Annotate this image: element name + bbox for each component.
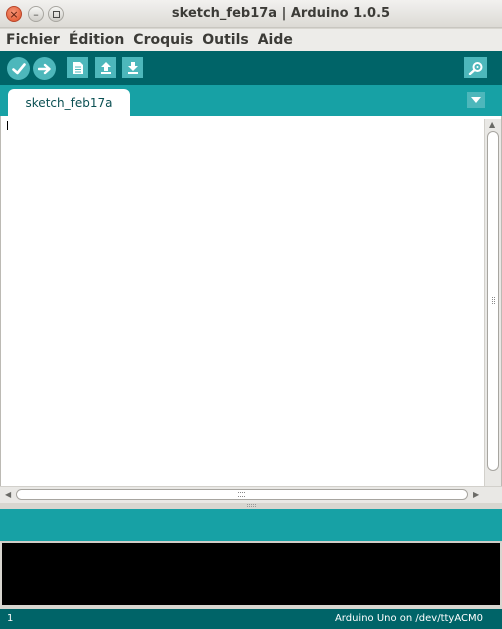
status-bar: 1 Arduino Uno on /dev/ttyACM0 — [0, 609, 502, 629]
serial-monitor-button[interactable] — [464, 57, 487, 78]
window-title: sketch_feb17a | Arduino 1.0.5 — [171, 6, 391, 21]
vertical-scrollbar[interactable]: ▲ — [484, 119, 501, 486]
menu-edition[interactable]: Édition — [69, 32, 124, 48]
grip-icon — [492, 297, 495, 304]
tab-sketch[interactable]: sketch_feb17a — [8, 89, 130, 116]
grip-icon — [247, 504, 256, 507]
scroll-up-icon[interactable]: ▲ — [489, 120, 495, 129]
menu-outils[interactable]: Outils — [202, 32, 249, 48]
scroll-right-icon[interactable]: ▶ — [473, 490, 479, 499]
menu-aide[interactable]: Aide — [258, 32, 293, 48]
minimize-icon: – — [33, 7, 39, 21]
code-editor[interactable] — [0, 116, 502, 486]
tab-menu-button[interactable] — [467, 92, 485, 108]
menu-bar: Fichier Édition Croquis Outils Aide — [0, 29, 502, 51]
serial-monitor-icon — [468, 61, 482, 75]
title-bar: × – sketch_feb17a | Arduino 1.0.5 — [0, 0, 502, 28]
window-minimize-button[interactable]: – — [28, 6, 44, 22]
console-output[interactable] — [0, 541, 502, 607]
window-close-button[interactable]: × — [6, 6, 22, 22]
upload-button[interactable] — [33, 57, 56, 80]
triangle-down-icon — [471, 97, 481, 103]
menu-fichier[interactable]: Fichier — [6, 32, 60, 48]
vertical-scroll-thumb[interactable] — [487, 131, 499, 471]
window-maximize-button[interactable] — [48, 6, 64, 22]
board-port-info: Arduino Uno on /dev/ttyACM0 — [334, 613, 483, 624]
new-button[interactable] — [67, 57, 88, 78]
horizontal-scroll-thumb[interactable] — [16, 489, 468, 500]
scroll-left-icon[interactable]: ◀ — [5, 490, 11, 499]
verify-button[interactable] — [7, 57, 30, 80]
message-area — [0, 509, 502, 541]
close-icon: × — [9, 7, 19, 21]
save-icon — [127, 62, 138, 74]
grip-icon — [238, 492, 245, 497]
new-icon — [72, 61, 83, 74]
horizontal-scrollbar[interactable]: ◀ ▶ — [0, 486, 502, 503]
verify-icon — [11, 62, 26, 74]
open-icon — [100, 62, 111, 74]
toolbar — [0, 51, 502, 85]
upload-icon — [37, 63, 51, 74]
line-number: 1 — [7, 613, 14, 624]
tab-bar: sketch_feb17a — [0, 85, 502, 116]
maximize-icon — [52, 10, 60, 18]
menu-croquis[interactable]: Croquis — [133, 32, 193, 48]
open-button[interactable] — [95, 57, 116, 78]
text-cursor — [7, 121, 8, 130]
save-button[interactable] — [122, 57, 143, 78]
